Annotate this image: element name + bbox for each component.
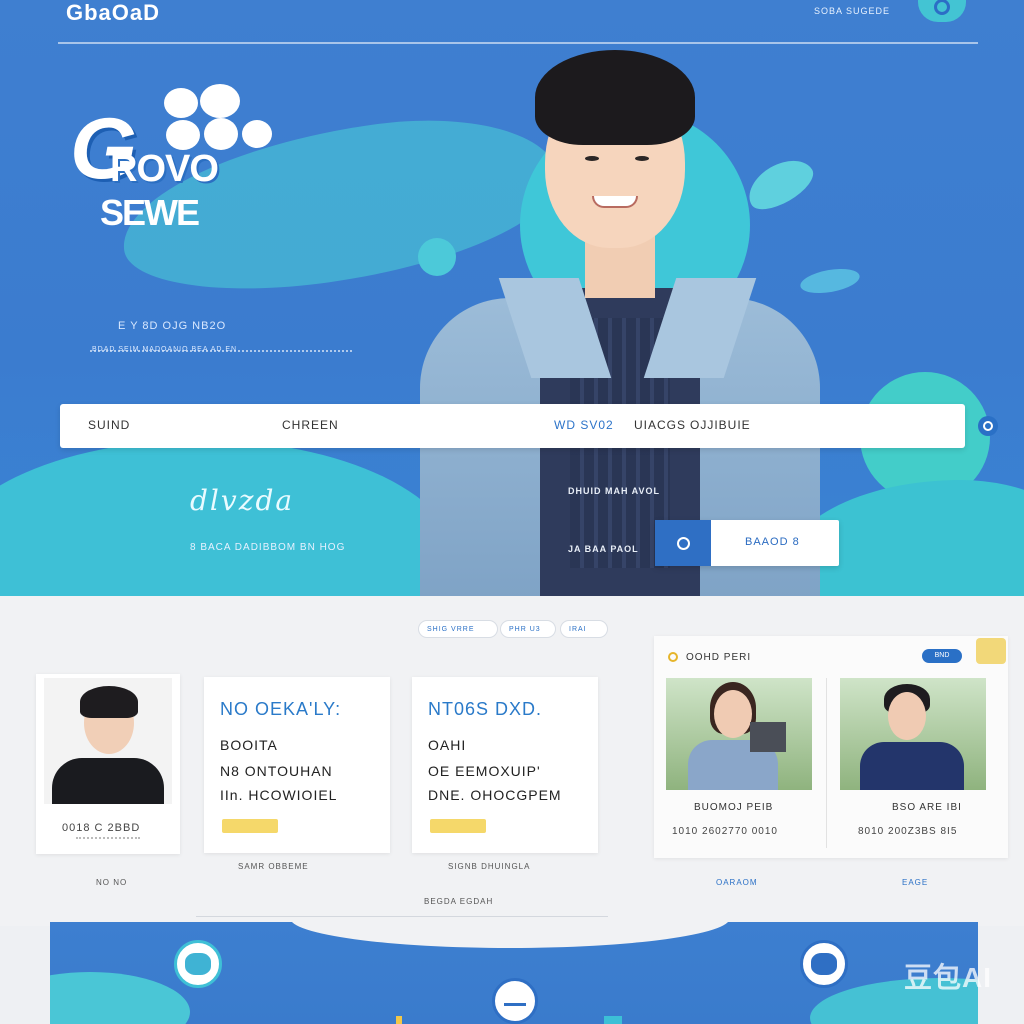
cta-button[interactable]: BAAOD 8	[655, 520, 839, 566]
hero-tagline: E Y 8D OJG NB2O	[118, 320, 227, 332]
feature-caption: EAGE	[902, 878, 929, 887]
photo-card[interactable]	[840, 678, 986, 790]
card-line: N8 ONTOUHAN	[220, 763, 333, 779]
avatar	[44, 678, 172, 804]
hero-subtitle: 8 BACA DADIBBOM BN HOG	[190, 542, 346, 553]
laptop	[750, 722, 786, 752]
card-tag[interactable]	[430, 819, 486, 833]
circle-icon	[934, 0, 950, 15]
search-field[interactable]: OJJIBUIE	[690, 418, 751, 432]
search-bar[interactable]: SUIND CHREEN WD SV02 UIACGS OJJIBUIE	[60, 404, 998, 448]
card-line: BOOITA	[220, 737, 278, 753]
card-line: OE EEMOXUIP'	[428, 763, 541, 779]
decor-wave	[50, 972, 190, 1024]
photo-meta: 8010 200Z3BS 8I5	[858, 826, 958, 837]
hand-icon	[811, 953, 837, 975]
photo-card[interactable]	[666, 678, 812, 790]
info-card[interactable]: NT06S DXD. OAHI OE EEMOXUIP' DNE. OHOCGP…	[412, 677, 598, 853]
card-caption: SAMR OBBEME	[238, 862, 309, 871]
hero-subtagline: BDAD SEIM MADOANIO BEA AD EN	[92, 346, 238, 353]
search-field[interactable]: SUIND	[88, 418, 130, 432]
play-icon	[655, 520, 711, 566]
card-line: IIn. HCOWIOIEL	[220, 787, 338, 803]
card-line: OAHI	[428, 737, 467, 753]
decor-bar	[396, 1016, 402, 1024]
shirt-print: DHUID MAH AVOL	[568, 486, 660, 496]
info-card[interactable]: NO OEKA'LY: BOOITA N8 ONTOUHAN IIn. HCOW…	[204, 677, 390, 853]
avatar-hair	[80, 686, 138, 718]
photo-caption: BUOMOJ PEIB	[694, 802, 774, 813]
watermark: 豆包AI	[904, 962, 993, 993]
nav-link[interactable]: SOBA SUGEDE	[814, 6, 890, 16]
logo-dot	[164, 88, 198, 118]
logo-dot	[200, 84, 240, 118]
logo-dot	[242, 120, 272, 148]
column-divider	[826, 678, 827, 848]
face	[714, 690, 752, 738]
header-divider	[58, 42, 978, 44]
feature-caption: OARAOM	[716, 878, 758, 887]
profile-caption: NO NO	[96, 878, 128, 887]
logo-word: ROVO	[110, 148, 219, 190]
hero-logo: G ROVO SEWE	[70, 80, 280, 233]
cloud-icon	[185, 953, 211, 975]
cta-label: BAAOD 8	[745, 536, 800, 548]
card-title: NT06S DXD.	[428, 699, 543, 719]
hero-person-photo: DHUID MAH AVOL JA BAA PAOL	[420, 48, 840, 596]
decor-wave	[0, 440, 460, 596]
card-tag[interactable]	[222, 819, 278, 833]
feature-panel: OOHD PERI BND BUOMOJ PEIB 1010 2602770 0…	[654, 636, 1008, 858]
filter-pill[interactable]: PHR U3	[500, 620, 556, 638]
bottom-banner	[50, 922, 978, 1024]
section-divider	[196, 916, 608, 917]
corner-badge	[976, 638, 1006, 664]
search-field[interactable]: UIACGS	[634, 418, 686, 432]
eye	[585, 156, 599, 161]
search-field[interactable]: CHREEN	[282, 418, 339, 432]
card-line: DNE. OHOCGPEM	[428, 787, 562, 803]
photo-meta: 1010 2602770 0010	[672, 826, 778, 837]
search-field[interactable]: WD SV02	[554, 418, 614, 432]
panel-chip[interactable]: BND	[922, 649, 962, 663]
search-icon[interactable]	[978, 416, 998, 436]
logo-dot	[204, 118, 238, 150]
smile	[592, 196, 638, 208]
logo-dot	[166, 120, 200, 150]
hair	[535, 50, 695, 145]
app-icon[interactable]	[174, 940, 222, 988]
avatar-body	[52, 758, 164, 804]
brand-logo-text[interactable]: GbaOaD	[66, 0, 160, 26]
decor-bar	[604, 1016, 622, 1024]
card-caption: SIGNB DHUINGLA	[448, 862, 531, 871]
profile-stat: 0018 C 2BBD	[62, 822, 141, 834]
section-footer-text: BEGDA EGDAH	[424, 897, 494, 906]
decor-curve	[290, 922, 730, 948]
eye	[635, 156, 649, 161]
face	[888, 692, 926, 740]
menu-button[interactable]	[918, 0, 966, 22]
chart-button[interactable]	[492, 978, 538, 1024]
filter-pill[interactable]: SHIG VRRE	[418, 620, 498, 638]
filter-pill[interactable]: IRAI	[560, 620, 608, 638]
shirt-print: JA BAA PAOL	[568, 544, 639, 554]
profile-card[interactable]: 0018 C 2BBD	[36, 674, 180, 854]
bars-icon	[504, 996, 526, 1006]
panel-title: OOHD PERI	[686, 652, 752, 663]
dotted-divider	[76, 837, 140, 839]
logo-word: SEWE	[100, 192, 200, 233]
hero-banner: GbaOaD SOBA SUGEDE G ROVO SEWE E Y 8D OJ…	[0, 0, 1024, 596]
app-icon[interactable]	[800, 940, 848, 988]
photo-caption: BSO ARE IBI	[892, 802, 962, 813]
hero-script-title: dlvzda	[190, 484, 295, 517]
body	[860, 742, 964, 790]
bulb-icon	[668, 652, 678, 662]
card-title: NO OEKA'LY:	[220, 699, 342, 719]
